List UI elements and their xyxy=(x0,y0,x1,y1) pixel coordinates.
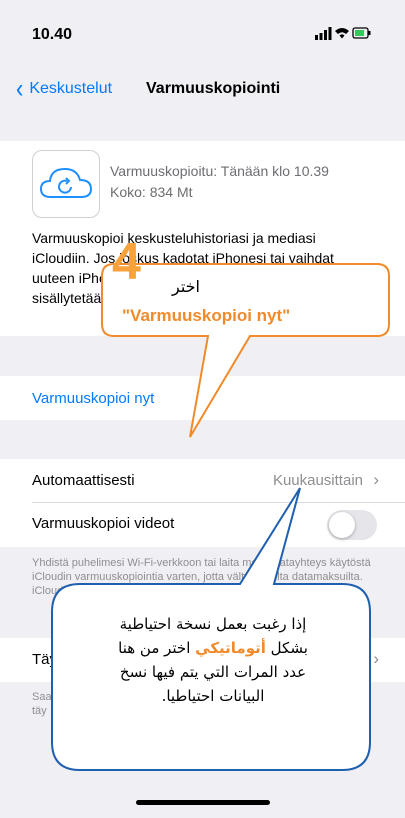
home-indicator xyxy=(136,800,270,805)
backup-size-text: Koko: 834 Mt xyxy=(110,184,193,200)
chevron-left-icon: ‹ xyxy=(16,73,24,104)
callout-2-line-4: البيانات احتياطيا. xyxy=(161,687,265,705)
back-label: Keskustelut xyxy=(29,80,113,97)
last-backup-text: Varmuuskopioitu: Tänään klo 10.39 xyxy=(110,163,329,179)
callout-bubble-1 xyxy=(101,263,390,438)
callout-1-line-1: اختر xyxy=(172,277,200,296)
callout-2-line-3: عدد المرات التي يتم فيها نسخ xyxy=(119,663,307,681)
callout-1-line-2: "Varmuuskopioi nyt" xyxy=(122,306,291,325)
step-number: 4 xyxy=(112,233,141,291)
callout-2-line-2: بشكل أتوماتيكي اختر من هنا xyxy=(118,639,308,657)
callout-2-text: إذا رغبت بعمل نسخة احتياطية بشكل أتوماتي… xyxy=(70,612,356,708)
signal-wifi-battery-icon xyxy=(315,27,371,40)
page-title: Varmuuskopiointi xyxy=(146,80,281,97)
callout-2-line-1: إذا رغبت بعمل نسخة احتياطية xyxy=(119,615,307,633)
back-button[interactable]: ‹ Keskustelut xyxy=(16,73,113,104)
icloud-backup-icon xyxy=(32,150,100,218)
highlight-automatic: أتوماتيكي xyxy=(195,639,266,657)
status-icons xyxy=(315,26,371,43)
status-time: 10.40 xyxy=(32,26,73,43)
